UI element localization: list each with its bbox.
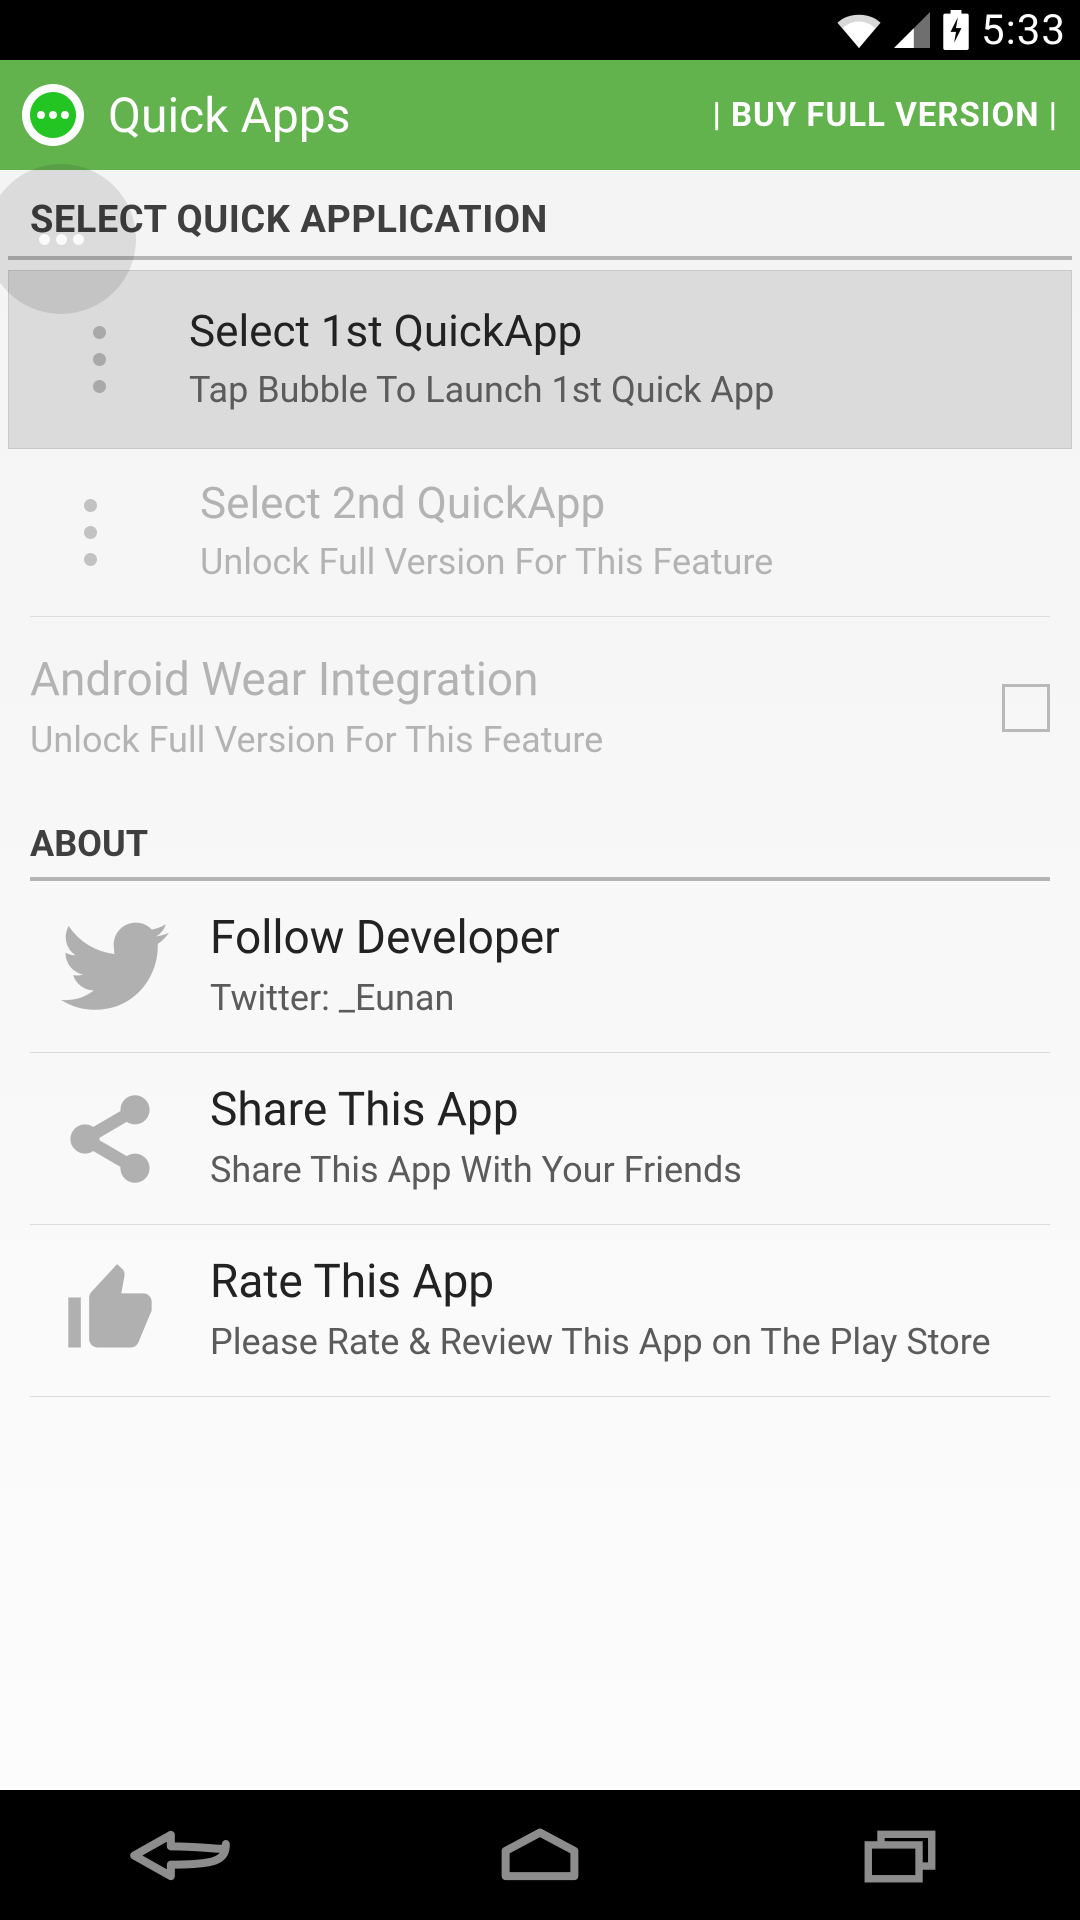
app-logo-icon	[22, 84, 84, 146]
buy-full-version-button[interactable]: | BUY FULL VERSION |	[712, 96, 1058, 135]
select-second-quickapp-item[interactable]: Select 2nd QuickApp Unlock Full Version …	[30, 449, 1050, 617]
item-subtitle: Twitter: _Eunan	[210, 975, 1020, 1022]
item-title: Select 2nd QuickApp	[200, 477, 1020, 529]
item-subtitle: Share This App With Your Friends	[210, 1147, 1020, 1194]
home-button[interactable]	[480, 1820, 600, 1890]
item-title: Android Wear Integration	[30, 653, 1002, 707]
item-title: Share This App	[210, 1083, 1020, 1137]
item-subtitle: Unlock Full Version For This Feature	[30, 717, 1002, 764]
wear-checkbox[interactable]	[1002, 684, 1050, 732]
back-button[interactable]	[120, 1820, 240, 1890]
thumbs-up-icon	[60, 1260, 210, 1360]
item-title: Select 1st QuickApp	[189, 305, 1041, 357]
status-time: 5:33	[981, 6, 1066, 55]
item-title: Rate This App	[210, 1255, 1020, 1309]
section-header-about: ABOUT	[0, 803, 1080, 877]
content-area: SELECT QUICK APPLICATION Select 1st Quic…	[0, 170, 1080, 1790]
share-app-item[interactable]: Share This App Share This App With Your …	[30, 1053, 1050, 1225]
item-subtitle: Please Rate & Review This App on The Pla…	[210, 1319, 1020, 1366]
status-bar: 5:33	[0, 0, 1080, 60]
twitter-icon	[60, 922, 210, 1012]
item-subtitle: Unlock Full Version For This Feature	[200, 539, 1020, 586]
rate-app-item[interactable]: Rate This App Please Rate & Review This …	[30, 1225, 1050, 1397]
divider	[8, 256, 1072, 260]
cell-signal-icon	[893, 12, 931, 48]
wifi-icon	[837, 12, 881, 48]
recents-button[interactable]	[840, 1820, 960, 1890]
android-wear-item[interactable]: Android Wear Integration Unlock Full Ver…	[0, 617, 1080, 804]
drag-handle-icon	[30, 449, 150, 616]
section-header-select-app: SELECT QUICK APPLICATION	[0, 170, 1080, 256]
select-first-quickapp-item[interactable]: Select 1st QuickApp Tap Bubble To Launch…	[8, 270, 1072, 449]
follow-developer-item[interactable]: Follow Developer Twitter: _Eunan	[30, 881, 1050, 1053]
item-subtitle: Tap Bubble To Launch 1st Quick App	[189, 367, 1041, 414]
app-title: Quick Apps	[108, 87, 351, 144]
navigation-bar	[0, 1790, 1080, 1920]
share-icon	[60, 1089, 210, 1189]
battery-charging-icon	[943, 10, 969, 50]
item-title: Follow Developer	[210, 911, 1020, 965]
action-bar: Quick Apps | BUY FULL VERSION |	[0, 60, 1080, 170]
